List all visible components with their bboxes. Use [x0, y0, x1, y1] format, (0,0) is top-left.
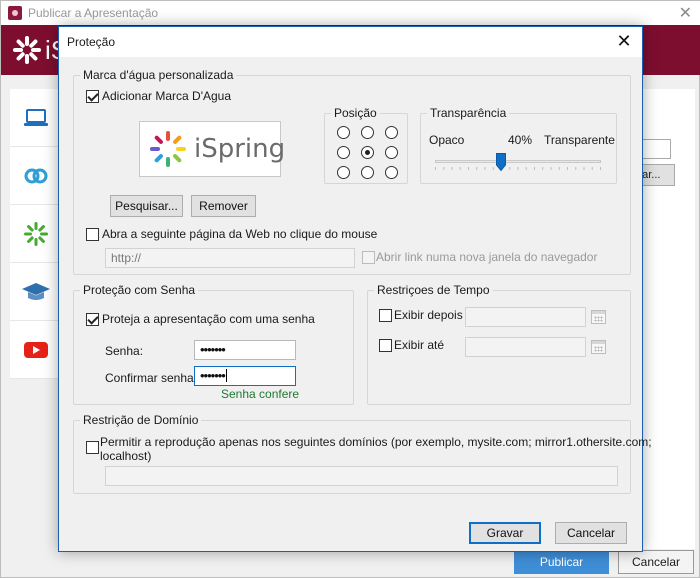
browse-button[interactable]: Pesquisar... [110, 195, 183, 217]
add-watermark-label[interactable]: Adicionar Marca D'Agua [102, 89, 231, 103]
protect-checkbox[interactable] [86, 313, 99, 326]
background-cancel-button[interactable]: Cancelar [618, 550, 694, 574]
protect-label[interactable]: Proteja a apresentação com uma senha [102, 312, 315, 326]
add-watermark-checkbox[interactable] [86, 90, 99, 103]
remove-button[interactable]: Remover [191, 195, 256, 217]
app-icon [8, 6, 22, 20]
show-after-checkbox[interactable] [379, 309, 392, 322]
position-bottom-left-radio[interactable] [337, 166, 350, 179]
background-input[interactable] [641, 139, 671, 159]
sidebar-item-youtube[interactable] [10, 321, 62, 379]
allow-domains-checkbox[interactable] [86, 441, 99, 454]
position-top-right-radio[interactable] [385, 126, 398, 139]
show-after-label[interactable]: Exibir depois [394, 308, 463, 322]
show-until-date-input[interactable] [465, 337, 586, 357]
laptop-icon [24, 108, 48, 126]
domain-group-label: Restrição de Domínio [80, 413, 202, 427]
new-window-checkbox[interactable] [362, 251, 375, 264]
graduation-cap-icon [22, 282, 50, 300]
sidebar-item-computer[interactable] [10, 89, 62, 147]
transparency-min-label: Opaco [429, 133, 465, 147]
ispring-logo-icon [150, 131, 186, 167]
publish-button[interactable]: Publicar [514, 550, 609, 574]
link-icon [24, 168, 48, 183]
calendar-icon[interactable] [591, 310, 606, 324]
position-middle-left-radio[interactable] [337, 146, 350, 159]
position-top-left-radio[interactable] [337, 126, 350, 139]
ispring-logo-icon [13, 36, 41, 64]
show-until-checkbox[interactable] [379, 339, 392, 352]
password-input[interactable]: ••••••• [194, 340, 296, 360]
show-until-label[interactable]: Exibir até [394, 338, 444, 352]
transparency-group: Transparência [420, 106, 617, 184]
confirm-password-input[interactable]: ••••••• [194, 366, 296, 386]
save-button[interactable]: Gravar [469, 522, 541, 544]
position-top-center-radio[interactable] [361, 126, 374, 139]
sidebar-item-lms[interactable] [10, 263, 62, 321]
password-match-text: Senha confere [221, 387, 300, 401]
open-web-checkbox[interactable] [86, 228, 99, 241]
transparency-slider-ticks [435, 167, 601, 170]
background-window-title: Publicar a Apresentação [28, 6, 159, 20]
position-bottom-right-radio[interactable] [385, 166, 398, 179]
ispring-flower-icon [24, 221, 48, 246]
allow-domains-label-line1[interactable]: Permitir a reprodução apenas nos seguint… [100, 435, 652, 449]
close-icon[interactable]: ✕ [614, 31, 634, 51]
youtube-icon [24, 341, 48, 358]
watermark-logo-text: iSpring [194, 134, 286, 164]
transparency-slider-track[interactable] [435, 160, 601, 163]
url-input[interactable]: http:// [105, 248, 355, 268]
confirm-password-label: Confirmar senha: [105, 371, 198, 385]
position-middle-right-radio[interactable] [385, 146, 398, 159]
allow-domains-label-line2[interactable]: localhost) [100, 449, 151, 463]
background-close-icon: ✕ [678, 5, 692, 22]
dialog-titlebar: Proteção ✕ [59, 27, 642, 57]
cancel-button[interactable]: Cancelar [555, 522, 627, 544]
position-group-label: Posição [331, 106, 380, 120]
watermark-preview: iSpring [139, 121, 285, 177]
confirm-password-value: ••••••• [200, 368, 226, 383]
position-bottom-center-radio[interactable] [361, 166, 374, 179]
show-after-date-input[interactable] [465, 307, 586, 327]
sidebar-item-web[interactable] [10, 147, 62, 205]
transparency-group-label: Transparência [427, 106, 510, 120]
protection-dialog: Proteção ✕ Marca d'água personalizada Ad… [58, 26, 652, 552]
open-web-label[interactable]: Abra a seguinte página da Web no clique … [102, 227, 377, 241]
dialog-title: Proteção [67, 35, 116, 49]
time-group-label: Restriçoes de Tempo [374, 283, 493, 297]
domains-input[interactable] [105, 466, 618, 486]
background-sidebar [10, 89, 62, 379]
background-titlebar: Publicar a Apresentação ✕ [1, 1, 700, 25]
text-cursor [225, 369, 227, 382]
password-group-label: Proteção com Senha [80, 283, 199, 297]
transparency-max-label: Transparente [544, 133, 615, 147]
position-middle-center-radio[interactable] [361, 146, 374, 159]
new-window-label[interactable]: Abrir link numa nova janela do navegador [376, 250, 597, 264]
transparency-value: 40% [508, 133, 533, 147]
watermark-group-label: Marca d'água personalizada [80, 68, 237, 82]
password-label: Senha: [105, 344, 144, 358]
transparency-slider-thumb[interactable] [496, 153, 507, 171]
calendar-icon[interactable] [591, 340, 606, 354]
sidebar-item-ispring[interactable] [10, 205, 62, 263]
